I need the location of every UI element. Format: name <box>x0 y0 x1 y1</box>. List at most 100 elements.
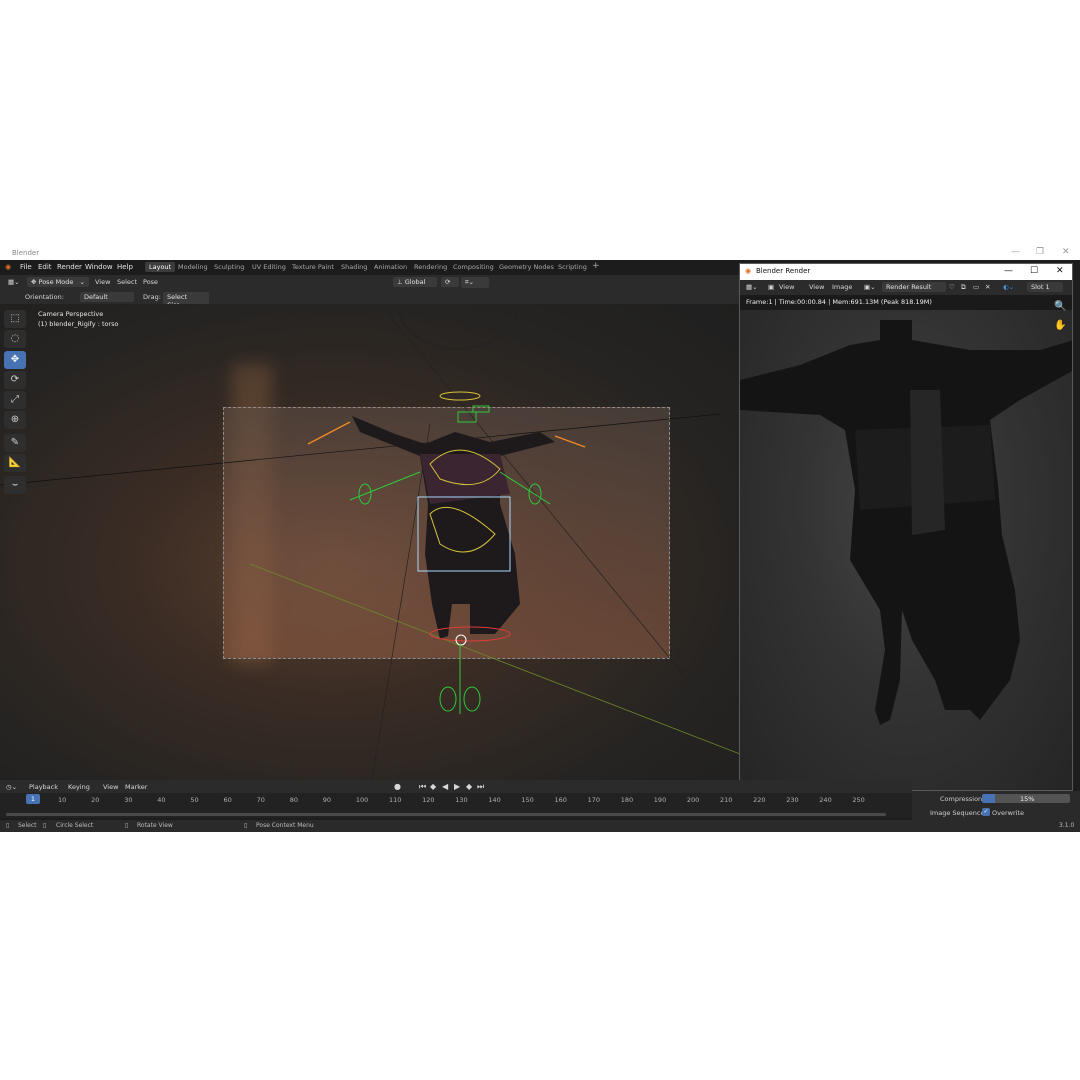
render-minimize-button[interactable]: — <box>1004 266 1013 276</box>
tool-shelf: ⬚ ◌ ✥ ⟳ ⤢ ⊕ ✎ 📐 ⌣ <box>4 310 26 500</box>
tab-shading[interactable]: Shading <box>341 263 367 271</box>
image-name-value: Render Result <box>886 283 932 291</box>
timeline-tick-label: 110 <box>389 796 402 804</box>
tweak-icon[interactable]: ⬚ <box>4 310 26 328</box>
slot-dropdown[interactable]: Slot 1 <box>1027 282 1063 292</box>
tab-animation[interactable]: Animation <box>374 263 407 271</box>
measure-icon[interactable]: 📐 <box>4 454 26 472</box>
current-frame-indicator[interactable]: 1 <box>26 794 40 804</box>
compression-slider[interactable]: 15% <box>982 794 1070 803</box>
pose-mode-icon: ✥ <box>31 278 39 286</box>
menu-edit[interactable]: Edit <box>38 263 52 271</box>
image-name-field[interactable]: Render Result <box>882 282 946 292</box>
compression-slider-fill <box>982 794 996 803</box>
view-mode-icon[interactable]: ▣ <box>768 283 774 291</box>
menu-pose[interactable]: Pose <box>143 278 158 286</box>
compression-label: Compression <box>940 795 983 803</box>
menu-timeline-view[interactable]: View <box>103 783 118 791</box>
open-folder-icon[interactable]: ▭ <box>973 283 979 291</box>
menu-help[interactable]: Help <box>117 263 133 271</box>
overwrite-label: Overwrite <box>992 809 1024 817</box>
jump-start-icon[interactable]: ⏮ <box>419 782 426 792</box>
select-circle-icon[interactable]: ◌ <box>4 330 26 348</box>
menu-image[interactable]: Image <box>832 283 852 291</box>
image-editor-header: ▦⌄ ▣ View View Image ▣⌄ Render Result ♡ … <box>740 280 1072 295</box>
mouse-left-icon: ▯ <box>6 822 10 829</box>
prev-keyframe-icon[interactable]: ◆ <box>430 782 436 791</box>
move-icon[interactable]: ✥ <box>4 351 26 369</box>
timeline-tick-label: 210 <box>720 796 733 804</box>
tab-geometry-nodes[interactable]: Geometry Nodes <box>499 263 554 271</box>
mode-label: Pose Mode <box>38 278 74 286</box>
status-rotate-view: Rotate View <box>137 822 173 829</box>
timeline-editor-icon[interactable]: ◷⌄ <box>6 783 17 791</box>
3d-viewport[interactable]: ⬚ ◌ ✥ ⟳ ⤢ ⊕ ✎ 📐 ⌣ Camera Perspective (1)… <box>0 304 740 780</box>
menu-marker[interactable]: Marker <box>125 783 147 791</box>
jump-end-icon[interactable]: ⏭ <box>477 782 484 792</box>
play-icon[interactable]: ▶ <box>454 782 460 791</box>
top-bar: ◉ File Edit Render Window Help Layout Mo… <box>0 260 740 275</box>
mode-dropdown[interactable]: ✥ Pose Mode ⌄ <box>27 277 89 287</box>
pivot-icon[interactable]: ⟳ <box>441 277 459 287</box>
tab-modeling[interactable]: Modeling <box>178 263 208 271</box>
restore-button[interactable]: ❐ <box>1036 247 1044 257</box>
overwrite-checkbox[interactable]: ✓ <box>982 808 990 816</box>
timeline-scrollbar[interactable] <box>6 813 886 816</box>
render-window-titlebar: ◉ Blender Render — ☐ ✕ <box>740 264 1072 280</box>
annotate-icon[interactable]: ✎ <box>4 434 26 452</box>
image-editor-type-icon[interactable]: ▦⌄ <box>746 283 758 291</box>
scale-icon[interactable]: ⤢ <box>4 391 26 409</box>
add-workspace-button[interactable]: + <box>592 261 600 271</box>
tab-layout[interactable]: Layout <box>145 262 176 272</box>
orientation-dropdown[interactable]: Default <box>80 292 134 302</box>
render-result-image[interactable]: 🔍 ✋ <box>740 301 1072 790</box>
next-keyframe-icon[interactable]: ◆ <box>466 782 472 791</box>
character-mesh <box>352 416 555 639</box>
zoom-icon[interactable]: 🔍 <box>1054 301 1066 312</box>
menu-view-dropdown[interactable]: View <box>779 283 794 291</box>
menu-playback[interactable]: Playback <box>29 783 58 791</box>
fake-user-icon[interactable]: ♡ <box>949 283 955 291</box>
timeline-tick-label: 40 <box>157 796 166 804</box>
timeline-tick-label: 20 <box>91 796 100 804</box>
menu-select[interactable]: Select <box>117 278 137 286</box>
tab-sculpting[interactable]: Sculpting <box>214 263 244 271</box>
mouse-right-icon: ▯ <box>244 822 248 829</box>
tab-rendering[interactable]: Rendering <box>414 263 447 271</box>
blender-logo-icon[interactable]: ◉ <box>5 263 11 271</box>
timeline-tick-label: 230 <box>786 796 799 804</box>
display-channels-icon[interactable]: ◐⌄ <box>1003 283 1014 291</box>
record-keyframe-icon[interactable]: ● <box>394 782 401 791</box>
snap-icon[interactable]: ⌗⌄ <box>461 277 489 288</box>
tab-uv-editing[interactable]: UV Editing <box>252 263 286 271</box>
rotate-icon[interactable]: ⟳ <box>4 371 26 389</box>
close-button[interactable]: ✕ <box>1062 247 1070 257</box>
tab-compositing[interactable]: Compositing <box>453 263 494 271</box>
image-browse-icon[interactable]: ▣⌄ <box>864 283 876 291</box>
drag-label: Drag: <box>143 293 161 301</box>
timeline-tick-label: 100 <box>355 796 369 804</box>
render-close-button[interactable]: ✕ <box>1056 266 1064 276</box>
menu-view[interactable]: View <box>809 283 824 291</box>
editor-type-icon[interactable]: ▦⌄ <box>8 278 20 286</box>
duplicate-icon[interactable]: ⧉ <box>961 283 966 292</box>
tab-texture-paint[interactable]: Texture Paint <box>292 263 334 271</box>
timeline-tick-label: 240 <box>819 796 832 804</box>
relax-pose-icon[interactable]: ⌣ <box>4 476 26 494</box>
menu-render[interactable]: Render <box>57 263 82 271</box>
viewport-info: Camera Perspective (1) blender_Rigify : … <box>38 309 119 329</box>
hand-pan-icon[interactable]: ✋ <box>1054 320 1066 331</box>
unlink-icon[interactable]: ✕ <box>985 283 990 291</box>
output-properties: Compression 15% Image Sequence ✓ Overwri… <box>912 791 1080 820</box>
play-reverse-icon[interactable]: ◀ <box>442 782 448 791</box>
minimize-button[interactable]: — <box>1011 247 1020 257</box>
menu-keying[interactable]: Keying <box>68 783 90 791</box>
transform-orientation-dropdown[interactable]: ⊥ Global <box>393 277 437 287</box>
render-maximize-button[interactable]: ☐ <box>1030 266 1038 276</box>
tab-scripting[interactable]: Scripting <box>558 263 587 271</box>
transform-icon[interactable]: ⊕ <box>4 411 26 429</box>
menu-window[interactable]: Window <box>85 263 113 271</box>
menu-file[interactable]: File <box>20 263 32 271</box>
menu-view[interactable]: View <box>95 278 110 286</box>
orientation-icon: ⊥ <box>397 278 405 286</box>
